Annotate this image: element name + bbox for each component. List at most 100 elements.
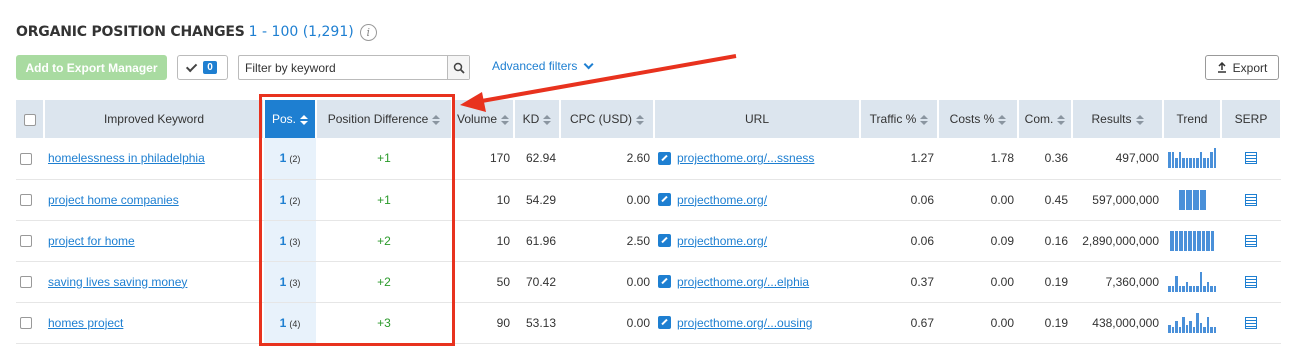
keyword-link[interactable]: project for home <box>48 234 135 248</box>
table-row: homes project 1 (4) +3 90 53.13 0.00 projecthom… <box>16 302 1281 344</box>
com-cell: 0.19 <box>1018 302 1072 344</box>
trend-sparkline[interactable] <box>1167 189 1217 210</box>
external-link-icon[interactable] <box>658 234 671 247</box>
sort-icon <box>300 114 308 125</box>
advanced-filters-toggle[interactable]: Advanced filters <box>492 58 594 73</box>
trend-bar <box>1196 312 1199 333</box>
trend-bar <box>1168 152 1171 169</box>
keyword-cell: saving lives saving money <box>44 261 264 303</box>
previous-position: (3) <box>289 236 301 247</box>
add-to-export-manager-button[interactable]: Add to Export Manager <box>16 55 167 80</box>
column-header-cpc[interactable]: CPC (USD) <box>560 100 655 138</box>
results-cell: 597,000,000 <box>1072 179 1163 221</box>
column-header-pos[interactable]: Pos. <box>264 100 317 138</box>
url-link[interactable]: projecthome.org/...elphia <box>677 275 809 289</box>
row-select-cell <box>16 138 44 180</box>
serp-cell <box>1221 302 1281 344</box>
position-difference-cell: +1 <box>316 179 452 221</box>
export-button[interactable]: Export <box>1205 55 1279 80</box>
trend-bar <box>1175 275 1178 292</box>
external-link-icon[interactable] <box>658 316 671 329</box>
costs-cell: 0.00 <box>938 302 1018 344</box>
previous-position: (4) <box>289 318 301 329</box>
keyword-link[interactable]: saving lives saving money <box>48 275 187 289</box>
serp-icon[interactable] <box>1245 152 1257 165</box>
trend-bar <box>1203 285 1206 292</box>
url-link[interactable]: projecthome.org/ <box>677 193 767 207</box>
column-header-volume[interactable]: Volume <box>452 100 515 138</box>
serp-icon[interactable] <box>1245 316 1257 329</box>
column-header-results[interactable]: Results <box>1072 100 1164 138</box>
table-row: project for home 1 (3) +2 10 61.96 2.50 project… <box>16 220 1281 262</box>
trend-bar <box>1206 281 1209 292</box>
trend-bar <box>1213 148 1216 169</box>
export-label: Export <box>1232 60 1268 75</box>
row-select-cell <box>16 179 44 221</box>
trend-sparkline[interactable] <box>1167 148 1217 169</box>
keyword-link[interactable]: homelessness in philadelphia <box>48 151 205 165</box>
trend-bar <box>1203 158 1206 169</box>
position-difference-cell: +2 <box>316 261 452 303</box>
url-cell: projecthome.org/ <box>654 220 860 262</box>
url-cell: projecthome.org/...elphia <box>654 261 860 303</box>
column-header-kd[interactable]: KD <box>514 100 561 138</box>
column-header-position-difference[interactable]: Position Difference <box>316 100 453 138</box>
position-value: 1 <box>279 274 287 289</box>
trend-bar <box>1175 158 1178 169</box>
table-row: saving lives saving money 1 (3) +2 50 70.42 0.… <box>16 261 1281 303</box>
trend-sparkline[interactable] <box>1167 271 1217 292</box>
keyword-link[interactable]: homes project <box>48 316 123 330</box>
filter-by-keyword-input[interactable] <box>239 56 447 79</box>
serp-icon[interactable] <box>1245 193 1257 206</box>
trend-bar <box>1178 189 1185 210</box>
external-link-icon[interactable] <box>658 275 671 288</box>
trend-bar <box>1203 326 1206 333</box>
row-checkbox[interactable] <box>20 317 32 330</box>
url-link[interactable]: projecthome.org/...ousing <box>677 316 812 330</box>
cpc-cell: 0.00 <box>560 261 654 303</box>
column-header-costs[interactable]: Costs % <box>938 100 1019 138</box>
row-checkbox[interactable] <box>20 153 32 166</box>
info-icon[interactable]: i <box>359 23 377 41</box>
toolbar: Add to Export Manager 0 Advanced filters… <box>16 55 1281 81</box>
keyword-link[interactable]: project home companies <box>48 193 179 207</box>
checkmark-icon <box>186 60 198 72</box>
trend-bar <box>1210 152 1213 169</box>
previous-position: (3) <box>289 277 301 288</box>
cpc-cell: 0.00 <box>560 302 654 344</box>
trend-cell <box>1163 302 1221 344</box>
search-button[interactable] <box>447 56 469 79</box>
trend-bar <box>1210 230 1214 251</box>
row-checkbox[interactable] <box>20 276 32 289</box>
trend-bar <box>1199 322 1202 333</box>
url-link[interactable]: projecthome.org/...ssness <box>677 151 814 165</box>
row-checkbox[interactable] <box>20 235 32 248</box>
external-link-icon[interactable] <box>658 151 671 165</box>
url-link[interactable]: projecthome.org/ <box>677 234 767 248</box>
sort-icon <box>501 114 510 125</box>
select-all-checkbox[interactable] <box>23 113 36 126</box>
serp-icon[interactable] <box>1245 234 1257 247</box>
serp-cell <box>1221 220 1281 262</box>
selected-count-button[interactable]: 0 <box>177 55 228 80</box>
trend-sparkline[interactable] <box>1167 312 1217 333</box>
serp-icon[interactable] <box>1245 275 1257 288</box>
costs-cell: 1.78 <box>938 138 1018 180</box>
table-row: project home companies 1 (2) +1 10 54.29 0.00 p… <box>16 179 1281 221</box>
sort-icon <box>543 114 552 125</box>
page-header: ORGANIC POSITION CHANGES 1 - 100 (1,291)… <box>16 22 377 42</box>
trend-bar <box>1171 285 1174 292</box>
trend-bar <box>1185 158 1188 169</box>
trend-sparkline[interactable] <box>1167 230 1217 251</box>
serp-cell <box>1221 138 1281 180</box>
trend-bar <box>1175 320 1178 333</box>
cpc-cell: 2.50 <box>560 220 654 262</box>
external-link-icon[interactable] <box>658 193 671 206</box>
column-header-com[interactable]: Com. <box>1018 100 1073 138</box>
row-checkbox[interactable] <box>20 194 32 207</box>
sort-icon <box>998 114 1007 125</box>
url-cell: projecthome.org/...ssness <box>654 138 860 180</box>
previous-position: (2) <box>289 195 301 206</box>
column-header-traffic[interactable]: Traffic % <box>860 100 939 138</box>
chevron-down-icon <box>584 58 594 69</box>
